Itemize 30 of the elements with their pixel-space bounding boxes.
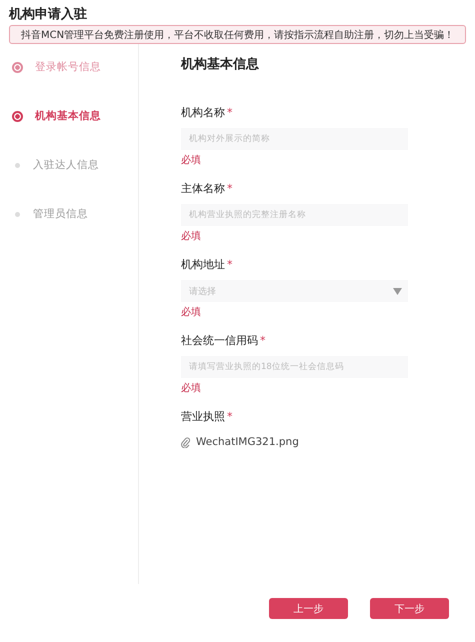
- required-mark: *: [227, 410, 232, 422]
- required-mark: *: [227, 106, 232, 118]
- input-field[interactable]: 请填写营业执照的18位统一社会信息码: [181, 356, 408, 378]
- required-mark: *: [227, 182, 232, 194]
- input-field[interactable]: 机构对外展示的简称: [181, 128, 408, 150]
- select-placeholder: 请选择: [189, 286, 216, 298]
- step-label[interactable]: 入驻达人信息: [33, 158, 99, 172]
- required-mark: *: [227, 258, 232, 270]
- field-label: 机构名称: [181, 104, 225, 120]
- notice-banner: 抖音MCN管理平台免费注册使用，平台不收取任何费用，请按指示流程自助注册，切勿上当受骗！: [9, 25, 466, 44]
- section-title: 机构基本信息: [181, 56, 260, 73]
- step-label[interactable]: 机构基本信息: [35, 109, 101, 123]
- next-button[interactable]: 下一步: [370, 598, 449, 619]
- page-title: 机构申请入驻: [9, 6, 88, 23]
- error-message: 必填: [181, 230, 202, 243]
- file-name[interactable]: WechatIMG321.png: [196, 436, 299, 448]
- step-label[interactable]: 管理员信息: [33, 207, 88, 221]
- paperclip-icon: [181, 436, 190, 448]
- previous-button[interactable]: 上一步: [269, 598, 348, 619]
- input-field[interactable]: 机构营业执照的完整注册名称: [181, 204, 408, 226]
- dropdown-icon: [393, 288, 402, 294]
- field-label: 机构地址: [181, 256, 225, 272]
- field-label: 主体名称: [181, 180, 225, 196]
- required-mark: *: [260, 334, 266, 346]
- error-message: 必填: [181, 154, 202, 167]
- field-label: 营业执照: [181, 408, 225, 424]
- field-label: 社会统一信用码: [181, 332, 258, 348]
- step-label[interactable]: 登录帐号信息: [35, 60, 101, 74]
- error-message: 必填: [181, 382, 202, 395]
- error-message: 必填: [181, 306, 202, 319]
